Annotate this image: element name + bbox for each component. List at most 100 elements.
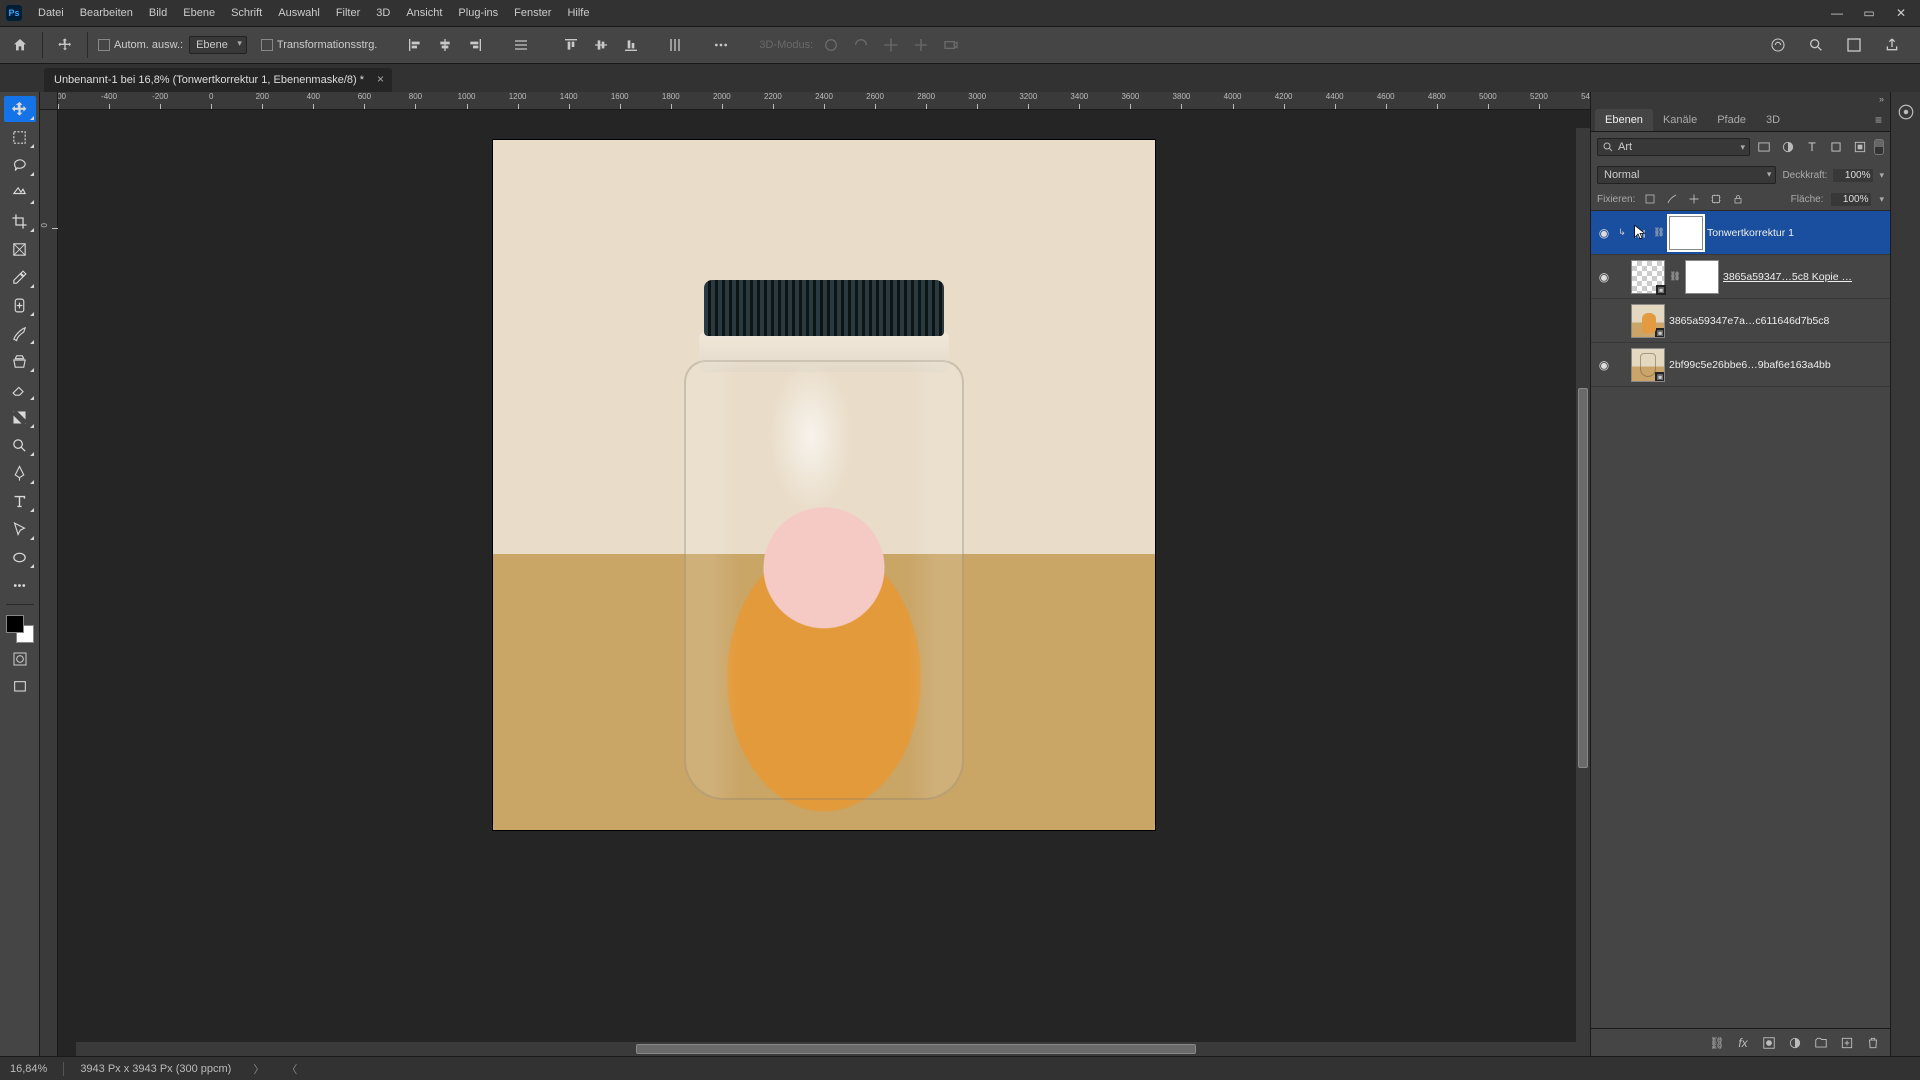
screen-mode-icon[interactable] bbox=[4, 675, 36, 699]
eraser-tool[interactable] bbox=[4, 376, 36, 402]
more-options-icon[interactable] bbox=[709, 33, 733, 57]
layer-row[interactable]: ◉ ▣ 3865a59347e7a…c611646d7b5c8 bbox=[1591, 299, 1890, 343]
align-hcenter-icon[interactable] bbox=[433, 33, 457, 57]
collapse-panels-icon[interactable]: » bbox=[1879, 94, 1884, 104]
filter-adjust-icon[interactable] bbox=[1780, 139, 1796, 155]
align-right-icon[interactable] bbox=[463, 33, 487, 57]
crop-tool[interactable] bbox=[4, 208, 36, 234]
search-icon[interactable] bbox=[1804, 33, 1828, 57]
eyedropper-tool[interactable] bbox=[4, 264, 36, 290]
tab-kanaele[interactable]: Kanäle bbox=[1653, 109, 1707, 131]
layer-mask-icon[interactable] bbox=[1762, 1036, 1776, 1050]
close-tab-icon[interactable]: × bbox=[377, 72, 384, 86]
chevron-right-icon[interactable]: 〉 bbox=[253, 1061, 264, 1077]
chevron-down-icon[interactable]: ▾ bbox=[1879, 194, 1884, 205]
menu-ebene[interactable]: Ebene bbox=[175, 3, 223, 23]
lasso-tool[interactable] bbox=[4, 152, 36, 178]
menu-ansicht[interactable]: Ansicht bbox=[398, 3, 450, 23]
lock-pixels-icon[interactable] bbox=[1665, 192, 1679, 206]
layer-name[interactable]: 3865a59347…5c8 Kopie … bbox=[1723, 271, 1886, 283]
menu-bild[interactable]: Bild bbox=[141, 3, 175, 23]
visibility-toggle[interactable]: ◉ bbox=[1595, 358, 1613, 372]
menu-filter[interactable]: Filter bbox=[328, 3, 368, 23]
layer-row[interactable]: ◉ ↳ ⛓ Tonwertkorrektur 1 bbox=[1591, 211, 1890, 255]
lock-artboard-icon[interactable] bbox=[1709, 192, 1723, 206]
delete-layer-icon[interactable] bbox=[1866, 1036, 1880, 1050]
layer-thumb[interactable]: ▣ bbox=[1631, 348, 1665, 382]
horizontal-scrollbar[interactable] bbox=[76, 1042, 1576, 1056]
dodge-tool[interactable] bbox=[4, 432, 36, 458]
opacity-field[interactable]: 100% bbox=[1833, 169, 1873, 182]
tab-ebenen[interactable]: Ebenen bbox=[1595, 109, 1653, 131]
layer-filter-dropdown[interactable]: Art bbox=[1597, 138, 1750, 156]
filter-smart-icon[interactable] bbox=[1852, 139, 1868, 155]
auto-select-checkbox[interactable]: Autom. ausw.: bbox=[98, 39, 183, 51]
visibility-toggle[interactable]: ◉ bbox=[1595, 226, 1613, 240]
group-icon[interactable] bbox=[1814, 1036, 1828, 1050]
vertical-scrollbar[interactable] bbox=[1576, 128, 1590, 1056]
visibility-toggle[interactable]: ◉ bbox=[1595, 314, 1613, 328]
link-layers-icon[interactable]: ⛓ bbox=[1710, 1036, 1724, 1050]
layer-name[interactable]: 3865a59347e7a…c611646d7b5c8 bbox=[1669, 315, 1886, 327]
visibility-toggle[interactable]: ◉ bbox=[1595, 270, 1613, 284]
lock-transparency-icon[interactable] bbox=[1643, 192, 1657, 206]
blend-mode-dropdown[interactable]: Normal bbox=[1597, 166, 1776, 184]
align-bottom-icon[interactable] bbox=[619, 33, 643, 57]
ruler-origin[interactable] bbox=[40, 92, 58, 110]
color-swatches[interactable] bbox=[6, 615, 34, 643]
lock-position-icon[interactable] bbox=[1687, 192, 1701, 206]
filter-toggle-switch[interactable] bbox=[1874, 139, 1884, 155]
layer-row[interactable]: ◉ ▣ ⛓ 3865a59347…5c8 Kopie … bbox=[1591, 255, 1890, 299]
filter-shape-icon[interactable] bbox=[1828, 139, 1844, 155]
layer-mask-thumb[interactable] bbox=[1669, 216, 1703, 250]
quick-mask-icon[interactable] bbox=[4, 647, 36, 671]
menu-hilfe[interactable]: Hilfe bbox=[559, 3, 597, 23]
menu-plugins[interactable]: Plug-ins bbox=[450, 3, 506, 23]
doc-info[interactable]: 3943 Px x 3943 Px (300 ppcm) bbox=[80, 1063, 231, 1075]
arrange-docs-icon[interactable] bbox=[1842, 33, 1866, 57]
marquee-tool[interactable] bbox=[4, 124, 36, 150]
maximize-button[interactable]: ▭ bbox=[1862, 6, 1876, 20]
zoom-level[interactable]: 16,84% bbox=[10, 1063, 47, 1075]
distribute-h-icon[interactable] bbox=[509, 33, 533, 57]
tab-pfade[interactable]: Pfade bbox=[1707, 109, 1756, 131]
frame-tool[interactable] bbox=[4, 236, 36, 262]
layer-row[interactable]: ◉ ▣ 2bf99c5e26bbe6…9baf6e163a4bb bbox=[1591, 343, 1890, 387]
fill-field[interactable]: 100% bbox=[1831, 193, 1871, 206]
panel-menu-icon[interactable]: ≡ bbox=[1867, 109, 1890, 131]
healing-brush-tool[interactable] bbox=[4, 292, 36, 318]
menu-auswahl[interactable]: Auswahl bbox=[270, 3, 328, 23]
close-button[interactable]: ✕ bbox=[1894, 6, 1908, 20]
chevron-left-icon[interactable]: 〈 bbox=[286, 1061, 297, 1077]
ruler-vertical[interactable]: 0 bbox=[40, 110, 58, 1056]
distribute-v-icon[interactable] bbox=[663, 33, 687, 57]
align-vcenter-icon[interactable] bbox=[589, 33, 613, 57]
filter-pixel-icon[interactable] bbox=[1756, 139, 1772, 155]
transform-controls-checkbox[interactable]: Transformationsstrg. bbox=[261, 39, 377, 51]
document-tab[interactable]: Unbenannt-1 bei 16,8% (Tonwertkorrektur … bbox=[44, 68, 392, 92]
tab-3d[interactable]: 3D bbox=[1756, 109, 1790, 131]
align-top-icon[interactable] bbox=[559, 33, 583, 57]
new-layer-icon[interactable] bbox=[1840, 1036, 1854, 1050]
layer-mask-thumb[interactable] bbox=[1685, 260, 1719, 294]
color-panel-icon[interactable] bbox=[1896, 102, 1916, 122]
filter-type-icon[interactable] bbox=[1804, 139, 1820, 155]
layer-thumb[interactable]: ▣ bbox=[1631, 260, 1665, 294]
chevron-down-icon[interactable]: ▾ bbox=[1879, 170, 1884, 181]
gradient-tool[interactable] bbox=[4, 404, 36, 430]
layer-thumb[interactable]: ▣ bbox=[1631, 304, 1665, 338]
layer-fx-icon[interactable]: fx bbox=[1736, 1036, 1750, 1050]
share-icon[interactable] bbox=[1880, 33, 1904, 57]
lock-all-icon[interactable] bbox=[1731, 192, 1745, 206]
align-left-icon[interactable] bbox=[403, 33, 427, 57]
clone-stamp-tool[interactable] bbox=[4, 348, 36, 374]
pen-tool[interactable] bbox=[4, 460, 36, 486]
menu-schrift[interactable]: Schrift bbox=[223, 3, 270, 23]
layer-name[interactable]: Tonwertkorrektur 1 bbox=[1707, 227, 1886, 239]
shape-tool[interactable] bbox=[4, 544, 36, 570]
ruler-horizontal[interactable]: -600-400-2000200400600800100012001400160… bbox=[58, 92, 1590, 110]
type-tool[interactable] bbox=[4, 488, 36, 514]
move-tool-icon[interactable] bbox=[53, 33, 77, 57]
move-tool[interactable] bbox=[4, 96, 36, 122]
quick-select-tool[interactable] bbox=[4, 180, 36, 206]
